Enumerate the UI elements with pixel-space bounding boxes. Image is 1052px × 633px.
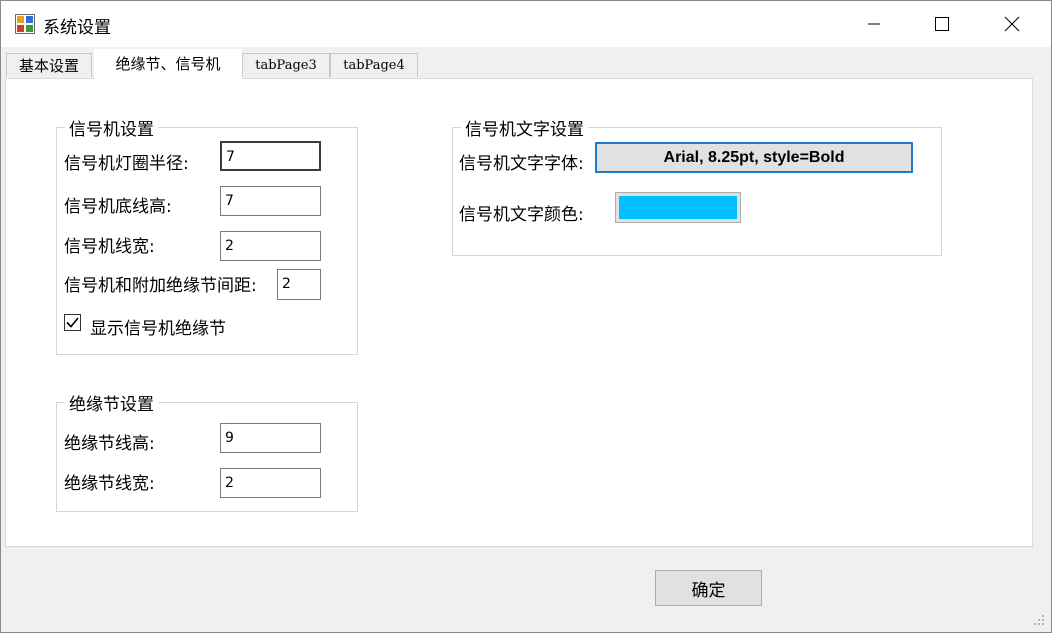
tab-page4[interactable]: tabPage4 [330, 53, 418, 77]
tab-joint-signal[interactable]: 绝缘节、信号机 [94, 49, 242, 79]
window-title: 系统设置 [43, 18, 111, 38]
close-icon [1004, 16, 1020, 32]
gap-label: 信号机和附加绝缘节间距: [64, 276, 257, 296]
tab-basic-settings[interactable]: 基本设置 [6, 53, 92, 77]
line-width-input[interactable]: 2 [220, 231, 321, 261]
minimize-icon [868, 23, 880, 25]
show-joint-label[interactable]: 显示信号机绝缘节 [90, 314, 226, 339]
color-label: 信号机文字颜色: [459, 205, 584, 225]
signal-group-title: 信号机设置 [65, 115, 158, 140]
check-icon [66, 317, 79, 328]
lamp-radius-label: 信号机灯圈半径: [64, 154, 189, 174]
color-picker-button[interactable] [615, 192, 741, 223]
minimize-button[interactable] [851, 1, 897, 47]
settings-window: 系统设置 基本设置 绝缘节、信号机 tabPage3 tabPage4 信号机设… [0, 0, 1052, 633]
ok-button[interactable]: 确定 [655, 570, 762, 606]
lamp-radius-input[interactable]: 7 [220, 141, 321, 171]
joint-line-width-input[interactable]: 2 [220, 468, 321, 498]
color-swatch [619, 196, 737, 219]
text-group-title: 信号机文字设置 [461, 115, 588, 140]
joint-line-height-input[interactable]: 9 [220, 423, 321, 453]
font-label: 信号机文字字体: [459, 154, 584, 174]
joint-line-height-label: 绝缘节线高: [64, 434, 155, 454]
base-height-input[interactable]: 7 [220, 186, 321, 216]
maximize-icon [935, 17, 949, 31]
font-picker-button[interactable]: Arial, 8.25pt, style=Bold [595, 142, 913, 173]
base-height-label: 信号机底线高: [64, 197, 172, 217]
app-icon [15, 14, 35, 34]
title-bar: 系统设置 [1, 1, 1051, 47]
resize-grip-icon[interactable] [1033, 614, 1045, 626]
joint-line-width-label: 绝缘节线宽: [64, 474, 155, 494]
line-width-label: 信号机线宽: [64, 237, 155, 257]
tab-page3[interactable]: tabPage3 [242, 53, 330, 77]
gap-input[interactable]: 2 [277, 269, 321, 300]
joint-group-title: 绝缘节设置 [65, 390, 158, 415]
maximize-button[interactable] [919, 1, 965, 47]
show-joint-checkbox[interactable] [64, 314, 81, 331]
close-button[interactable] [989, 1, 1035, 47]
